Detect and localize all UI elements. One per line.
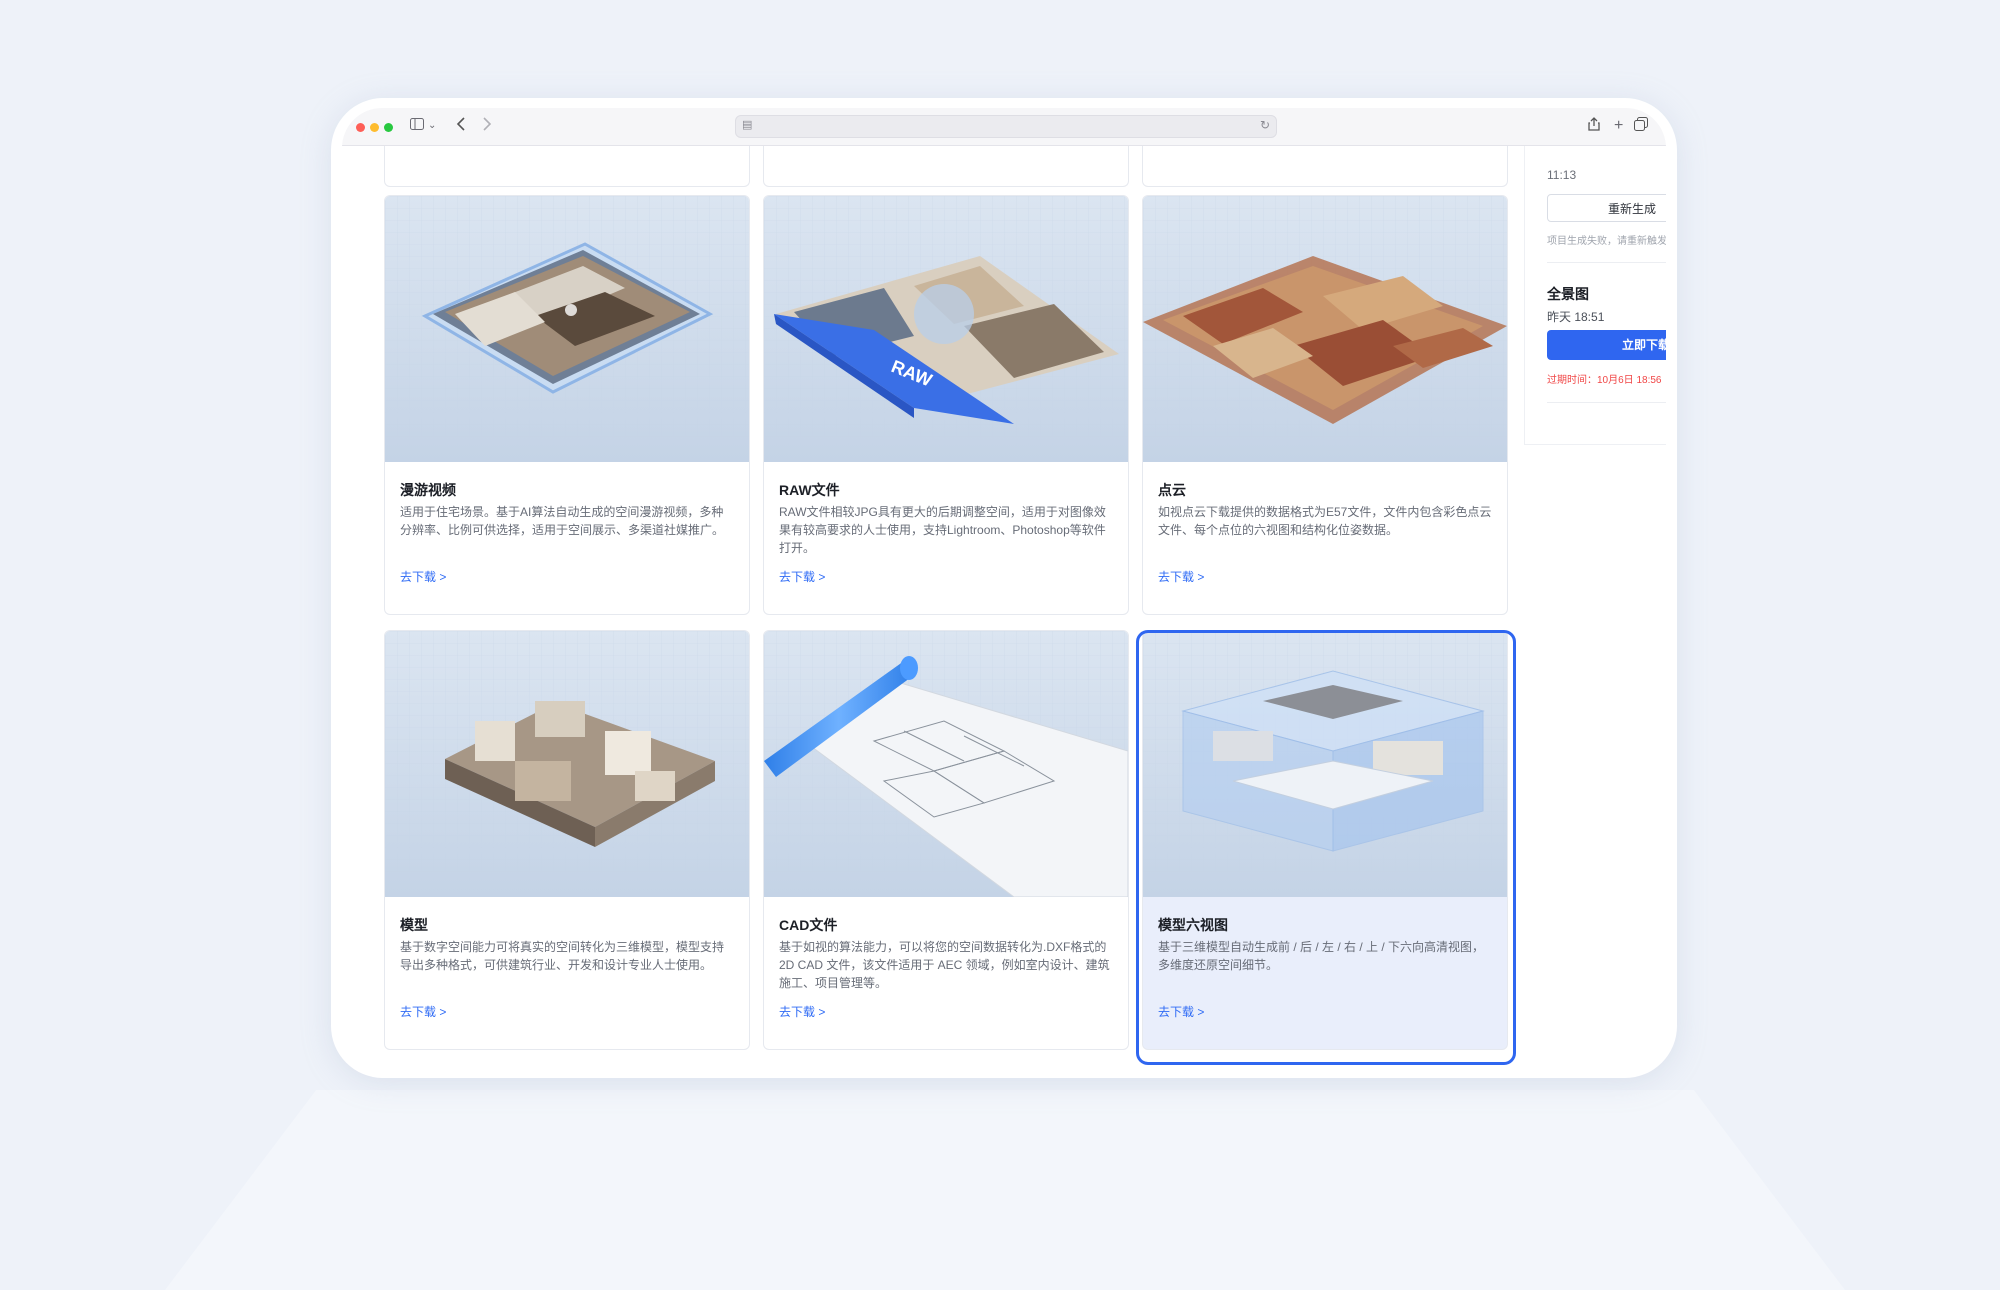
card-cad-file[interactable]: CAD文件 基于如视的算法能力，可以将您的空间数据转化为.DXF格式的 2D C… [763,630,1129,1050]
card-point-cloud[interactable]: 点云 如视点云下载提供的数据格式为E57文件，文件内包含彩色点云文件、每个点位的… [1142,195,1508,615]
download-link[interactable]: 去下载 > [400,568,446,585]
page-icon: ▤ [742,119,753,131]
browser-toolbar: ⌄ ▤ ↻ + [342,108,1666,146]
card-description: 基于数字空间能力可将真实的空间转化为三维模型，模型支持导出多种格式，可供建筑行业… [400,940,725,972]
card-roaming-video[interactable]: 漫游视频 适用于住宅场景。基于AI算法自动生成的空间漫游视频，多种分辨率、比例可… [384,195,750,615]
divider [1547,402,1666,403]
model-image [385,631,749,897]
card-description: RAW文件相较JPG具有更大的后期调整空间，适用于对图像效果有较高要求的人士使用… [779,505,1106,555]
page-content: 漫游视频 适用于住宅场景。基于AI算法自动生成的空间漫游视频，多种分辨率、比例可… [342,146,1666,1070]
card-stub [384,146,750,187]
card-description: 基于三维模型自动生成前 / 后 / 左 / 右 / 上 / 下六向高清视图，多维… [1158,940,1485,972]
download-link[interactable]: 去下载 > [400,1003,446,1020]
reload-icon[interactable]: ↻ [1260,118,1270,132]
card-description: 如视点云下载提供的数据格式为E57文件，文件内包含彩色点云文件、每个点位的六视图… [1158,505,1492,537]
tabs-overview-icon[interactable] [1634,117,1648,136]
download-link[interactable]: 去下载 > [1158,568,1204,585]
roaming-video-image [385,196,749,462]
card-description: 基于如视的算法能力，可以将您的空间数据转化为.DXF格式的 2D CAD 文件，… [779,940,1110,990]
card-model-six-views[interactable]: 模型六视图 基于三维模型自动生成前 / 后 / 左 / 右 / 上 / 下六向高… [1142,630,1508,1050]
model-six-views-image [1143,631,1507,897]
close-window-button[interactable] [356,123,365,132]
card-title: 模型 [400,917,428,933]
forward-icon[interactable] [482,117,492,136]
address-bar[interactable]: ▤ ↻ [735,115,1277,138]
download-panel: 11:13 重新生成 项目生成失败，请重新触发 全景图 昨天 18:51 立即下… [1524,146,1666,445]
card-title: CAD文件 [779,917,838,933]
download-now-button[interactable]: 立即下载 [1547,330,1666,360]
download-link[interactable]: 去下载 > [1158,1003,1204,1020]
cad-file-image [764,631,1128,897]
card-description: 适用于住宅场景。基于AI算法自动生成的空间漫游视频，多种分辨率、比例可供选择，适… [400,505,725,537]
zoom-window-button[interactable] [384,123,393,132]
failure-note: 项目生成失败，请重新触发 [1547,236,1666,247]
panorama-title: 全景图 [1547,286,1589,302]
minimize-window-button[interactable] [370,123,379,132]
download-link[interactable]: 去下载 > [779,1003,825,1020]
share-icon[interactable] [1588,117,1600,136]
card-title: RAW文件 [779,482,840,498]
expire-time: 过期时间：10月6日 18:56 [1547,375,1662,386]
raw-file-image: RAW [764,196,1128,462]
card-title: 漫游视频 [400,482,456,498]
divider [1547,262,1666,263]
card-title: 模型六视图 [1158,917,1228,933]
new-tab-icon[interactable]: + [1614,117,1623,135]
task-time: 11:13 [1547,168,1577,182]
panorama-time: 昨天 18:51 [1547,310,1605,324]
back-icon[interactable] [456,117,466,136]
chevron-down-icon[interactable]: ⌄ [428,117,436,135]
regenerate-button[interactable]: 重新生成 [1547,194,1666,222]
sidebar-icon[interactable] [410,117,424,135]
download-link[interactable]: 去下载 > [779,568,825,585]
point-cloud-image [1143,196,1507,462]
card-title: 点云 [1158,482,1186,498]
card-stub [1142,146,1508,187]
card-stub [763,146,1129,187]
card-model[interactable]: 模型 基于数字空间能力可将真实的空间转化为三维模型，模型支持导出多种格式，可供建… [384,630,750,1050]
browser-window: ⌄ ▤ ↻ + 漫游视频 适用于住宅场景。基于AI算法自动生成的空间漫游视频，多… [342,108,1666,1070]
device-base [165,1090,1845,1290]
card-raw-file[interactable]: RAW RAW文件 RAW文件相较JPG具有更大的后期调整空间，适用于对图像效果… [763,195,1129,615]
